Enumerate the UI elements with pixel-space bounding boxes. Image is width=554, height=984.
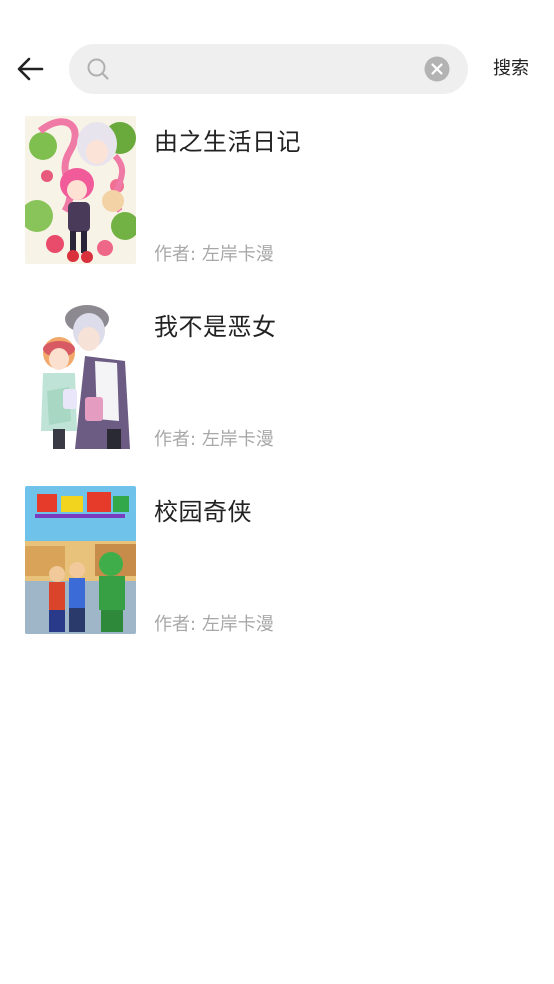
comic-author: 作者: 左岸卡漫	[154, 240, 274, 266]
comic-author: 作者: 左岸卡漫	[154, 610, 274, 636]
comic-title: 由之生活日记	[154, 128, 301, 156]
list-item[interactable]: 校园奇侠 作者: 左岸卡漫	[0, 480, 554, 665]
list-item[interactable]: 由之生活日记 作者: 左岸卡漫	[0, 110, 554, 295]
search-box[interactable]	[69, 44, 468, 94]
clear-icon[interactable]	[424, 56, 450, 82]
comic-author: 作者: 左岸卡漫	[154, 425, 274, 451]
comic-title: 我不是恶女	[154, 313, 277, 341]
comic-cover-image[interactable]	[25, 301, 136, 449]
comic-title: 校园奇侠	[154, 498, 252, 526]
author-name: 左岸卡漫	[201, 244, 274, 265]
author-label: 作者:	[154, 244, 197, 265]
search-icon	[87, 58, 109, 80]
comic-cover-image[interactable]	[25, 486, 136, 634]
author-name: 左岸卡漫	[201, 614, 274, 635]
search-input[interactable]	[121, 44, 411, 94]
author-label: 作者:	[154, 614, 197, 635]
arrow-left-icon	[17, 57, 44, 81]
list-item[interactable]: 我不是恶女 作者: 左岸卡漫	[0, 295, 554, 480]
author-name: 左岸卡漫	[201, 429, 274, 450]
comic-cover-image[interactable]	[25, 116, 136, 264]
search-page: 搜索 由之生活日记 作者: 左岸卡漫 我不是恶女 作者: 左岸卡漫 校园奇侠 作…	[0, 0, 554, 984]
search-header: 搜索	[0, 44, 554, 94]
search-button[interactable]: 搜索	[484, 44, 538, 94]
result-list: 由之生活日记 作者: 左岸卡漫 我不是恶女 作者: 左岸卡漫 校园奇侠 作者: …	[0, 110, 554, 665]
author-label: 作者:	[154, 429, 197, 450]
back-button[interactable]	[12, 51, 48, 87]
